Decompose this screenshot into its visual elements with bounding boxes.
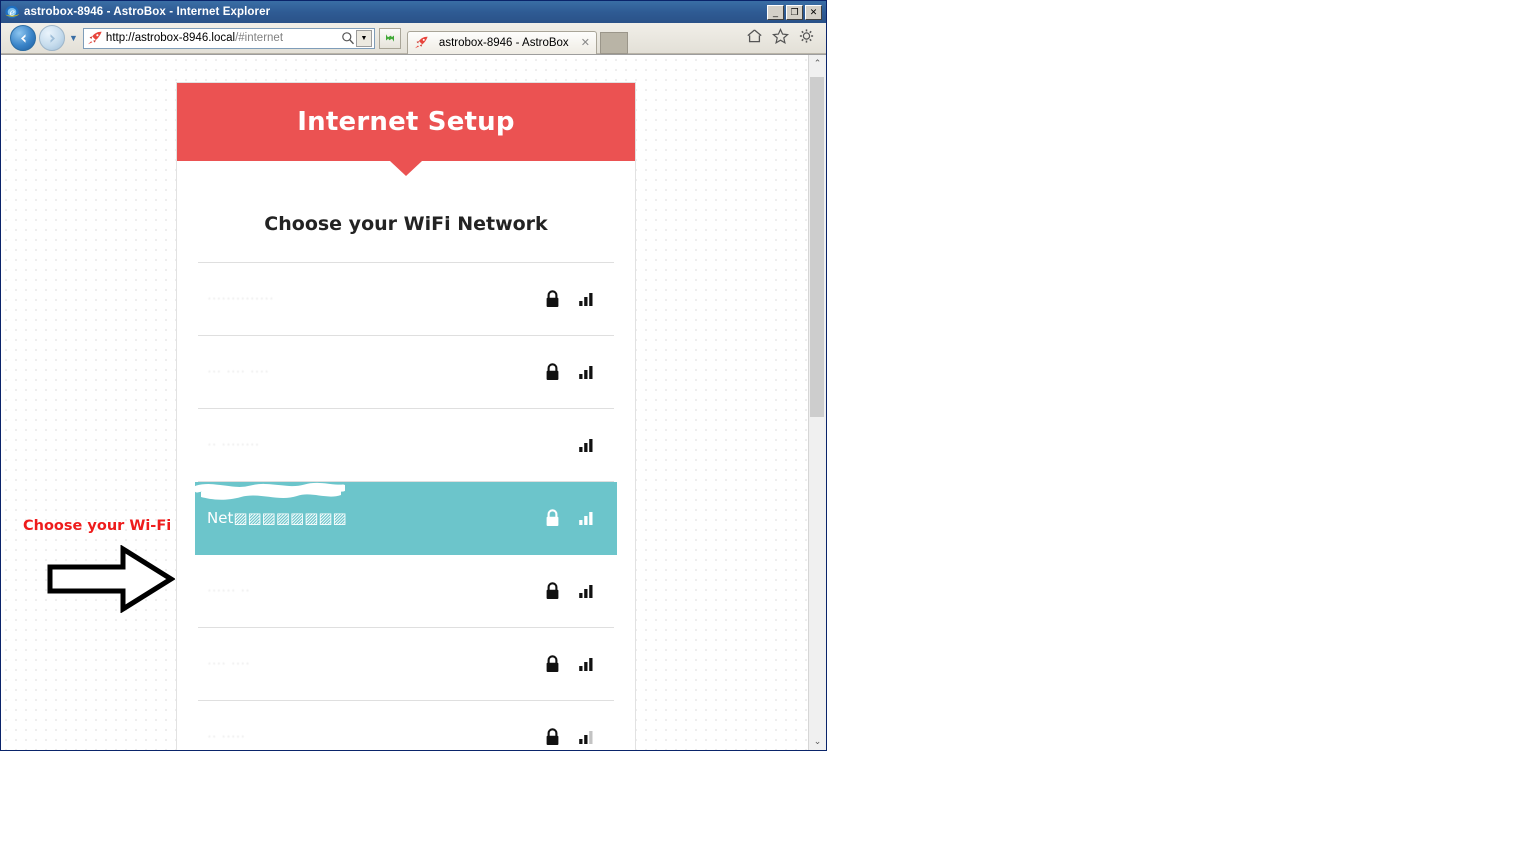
address-bar-url: http://astrobox-8946.local/#internet <box>106 32 341 44</box>
card-header: Internet Setup <box>177 83 635 176</box>
scrollbar-thumb[interactable] <box>810 77 824 417</box>
wifi-network-row[interactable]: ······ ·· <box>198 555 614 628</box>
page-title: Internet Setup <box>297 107 515 137</box>
tab-title: astrobox-8946 - AstroBox <box>438 36 569 49</box>
new-tab-button[interactable] <box>599 31 628 54</box>
wifi-network-ssid: Net▨▨▨▨▨▨▨▨ <box>207 509 347 527</box>
signal-strength-icon <box>571 656 601 672</box>
wifi-network-row[interactable]: ·· ········ <box>198 409 614 482</box>
refresh-button[interactable] <box>378 27 401 49</box>
internet-explorer-window: e astrobox-8946 - AstroBox - Internet Ex… <box>0 0 827 751</box>
window-titlebar: e astrobox-8946 - AstroBox - Internet Ex… <box>1 1 826 23</box>
close-button[interactable]: ✕ <box>805 4 822 20</box>
window-controls: _ ❐ ✕ <box>767 4 822 20</box>
wifi-network-ssid: ·· ····· <box>207 728 246 746</box>
wifi-row-icons <box>537 363 601 381</box>
rocket-icon <box>87 31 103 45</box>
lock-icon <box>537 509 567 527</box>
signal-strength-icon <box>571 364 601 380</box>
address-bar[interactable]: http://astrobox-8946.local/#internet ▼ <box>82 27 375 49</box>
page-content-area: Internet Setup Choose your WiFi Network … <box>1 55 808 750</box>
wifi-network-list: ·············· ··· ···· ···· ·· ········ Ne… <box>193 262 617 750</box>
lock-icon <box>537 582 567 600</box>
tab-astrobox[interactable]: astrobox-8946 - AstroBox ✕ <box>406 30 597 54</box>
window-title: astrobox-8946 - AstroBox - Internet Expl… <box>24 6 271 18</box>
signal-strength-icon <box>571 291 601 307</box>
wifi-row-icons <box>537 655 601 673</box>
url-host: http://astrobox-8946.local <box>105 32 236 44</box>
back-button[interactable] <box>10 25 36 51</box>
lock-icon <box>537 363 567 381</box>
wifi-network-row[interactable]: ·· ····· <box>198 701 614 750</box>
address-dropdown-button[interactable]: ▼ <box>355 29 372 47</box>
page-viewport: Internet Setup Choose your WiFi Network … <box>1 54 826 750</box>
wifi-network-ssid: ······ ·· <box>207 582 250 600</box>
forward-button[interactable] <box>39 25 65 51</box>
wifi-row-icons <box>537 290 601 308</box>
tab-rocket-icon <box>414 36 430 50</box>
header-notch-triangle <box>390 161 422 176</box>
wifi-row-icons <box>537 509 601 527</box>
history-dropdown-button[interactable]: ▼ <box>69 33 78 43</box>
internet-explorer-logo-icon: e <box>4 4 20 20</box>
wifi-network-row[interactable]: ··· ···· ···· <box>198 336 614 409</box>
wifi-row-icons <box>537 437 601 453</box>
browser-navigation-bar: ▼ http://astrobox-8946.local/#internet ▼ <box>1 23 826 54</box>
minimize-button[interactable]: _ <box>767 4 784 20</box>
wifi-network-ssid: ··· ···· ···· <box>207 363 269 381</box>
wifi-row-icons <box>537 582 601 600</box>
annotation-label: Choose your Wi-Fi <box>23 518 172 534</box>
section-title: Choose your WiFi Network <box>264 213 548 235</box>
signal-strength-icon <box>571 729 601 745</box>
browser-toolbar-icons <box>746 27 815 49</box>
vertical-scrollbar[interactable]: ⌃ ⌄ <box>808 55 826 750</box>
internet-setup-card: Internet Setup Choose your WiFi Network … <box>177 83 635 750</box>
maximize-button[interactable]: ❐ <box>786 4 803 20</box>
url-path: /#internet <box>235 32 284 44</box>
signal-strength-icon <box>571 437 601 453</box>
lock-icon <box>537 655 567 673</box>
favorites-star-icon[interactable] <box>771 27 790 49</box>
signal-strength-icon <box>571 510 601 526</box>
scroll-up-arrow[interactable]: ⌃ <box>809 55 826 72</box>
wifi-network-row[interactable]: ·············· <box>198 263 614 336</box>
tab-close-icon[interactable]: ✕ <box>575 36 590 49</box>
signal-strength-icon <box>571 583 601 599</box>
wifi-network-ssid: ·· ········ <box>207 436 260 454</box>
wifi-network-ssid: ···· ···· <box>207 655 250 673</box>
wifi-row-icons <box>537 728 601 746</box>
wifi-network-row-selected[interactable]: Net▨▨▨▨▨▨▨▨ <box>193 482 617 555</box>
wifi-network-row[interactable]: ···· ···· <box>198 628 614 701</box>
svg-text:e: e <box>10 9 15 19</box>
lock-icon <box>537 728 567 746</box>
search-icon[interactable] <box>341 31 355 45</box>
scroll-down-arrow[interactable]: ⌄ <box>809 733 826 750</box>
lock-icon <box>537 290 567 308</box>
annotation-arrow-icon <box>47 544 176 618</box>
tab-strip: astrobox-8946 - AstroBox ✕ <box>406 23 746 54</box>
card-body: Choose your WiFi Network ·············· ·… <box>177 161 635 750</box>
home-icon[interactable] <box>746 28 763 49</box>
wifi-network-ssid: ·············· <box>207 290 274 308</box>
settings-gear-icon[interactable] <box>798 28 815 49</box>
